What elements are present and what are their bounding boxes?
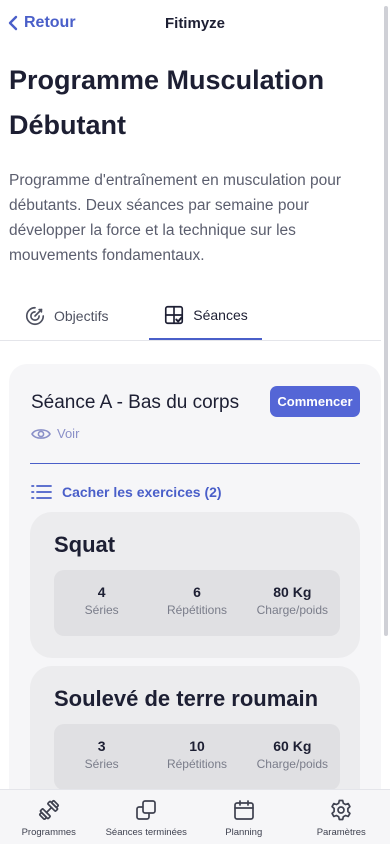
stat-label: Charge/poids <box>256 603 329 617</box>
nav-label: Planning <box>225 827 263 838</box>
program-title: Programme Musculation Débutant <box>9 65 325 140</box>
nav-programmes[interactable]: Programmes <box>0 790 98 844</box>
stat-sets: 4 Séries <box>54 570 149 636</box>
session-title: Séance A - Bas du corps <box>31 392 240 413</box>
nav-seances-terminees[interactable]: Séances terminées <box>98 790 196 844</box>
stat-label: Séries <box>84 603 119 617</box>
stat-value: 3 <box>97 738 106 754</box>
toggle-label: Cacher les exercices (2) <box>62 484 222 500</box>
app-title: Fitimyze <box>164 15 225 32</box>
stat-value: 4 <box>97 584 106 600</box>
tab-seances[interactable]: Séances <box>149 292 262 340</box>
nav-label: Programmes <box>21 827 76 838</box>
divider <box>30 463 360 464</box>
stat-load: 60 Kg Charge/poids <box>245 724 340 790</box>
toggle-exercises-button[interactable]: Cacher les exercices (2) <box>31 484 222 500</box>
stat-label: Charge/poids <box>256 757 329 771</box>
stat-value: 60 Kg <box>273 738 312 754</box>
exercise-name: Squat <box>54 532 116 557</box>
nav-planning[interactable]: Planning <box>195 790 293 844</box>
gear-icon <box>331 799 351 821</box>
nav-label: Paramètres <box>316 827 366 838</box>
stat-label: Répétitions <box>166 757 228 771</box>
start-button[interactable]: Commencer <box>270 386 360 417</box>
stat-sets: 3 Séries <box>54 724 149 790</box>
exercise-stats: 3 Séries 10 Répétitions 60 Kg Charge/poi… <box>54 724 340 790</box>
stat-value: 10 <box>189 738 205 754</box>
dumbbell-icon <box>38 800 59 820</box>
grid-check-icon <box>165 305 184 325</box>
stat-reps: 10 Répétitions <box>149 724 244 790</box>
program-description: Programme d'entraînement en musculation … <box>9 172 342 264</box>
top-bar: Retour Fitimyze <box>0 0 390 50</box>
scrollbar[interactable] <box>384 6 388 636</box>
exercise-stats: 4 Séries 6 Répétitions 80 Kg Charge/poid… <box>54 570 340 636</box>
stat-label: Séries <box>84 757 119 771</box>
tab-bar: Objectifs Séances <box>0 292 381 341</box>
tab-seances-label: Séances <box>193 307 248 323</box>
copy-icon <box>136 800 157 820</box>
target-icon <box>25 306 45 326</box>
list-icon <box>31 485 52 499</box>
stat-value: 80 Kg <box>273 584 312 600</box>
stat-load: 80 Kg Charge/poids <box>245 570 340 636</box>
calendar-icon <box>233 800 254 820</box>
bottom-navigation: Programmes Séances terminées Planning Pa… <box>0 789 390 844</box>
exercise-card[interactable]: Squat 4 Séries 6 Répétitions 80 Kg Charg… <box>30 512 360 658</box>
exercise-name: Soulevé de terre roumain <box>54 686 319 711</box>
nav-parametres[interactable]: Paramètres <box>293 790 390 844</box>
eye-icon <box>31 428 51 439</box>
stat-label: Répétitions <box>166 603 228 617</box>
view-label: Voir <box>57 426 80 441</box>
tab-objectifs-label: Objectifs <box>54 308 109 324</box>
nav-label: Séances terminées <box>105 827 187 838</box>
view-button[interactable]: Voir <box>31 426 79 441</box>
stat-reps: 6 Répétitions <box>149 570 244 636</box>
stat-value: 6 <box>193 584 201 600</box>
tab-objectifs[interactable]: Objectifs <box>24 292 108 340</box>
session-card: Séance A - Bas du corps Commencer Voir C… <box>9 364 381 844</box>
